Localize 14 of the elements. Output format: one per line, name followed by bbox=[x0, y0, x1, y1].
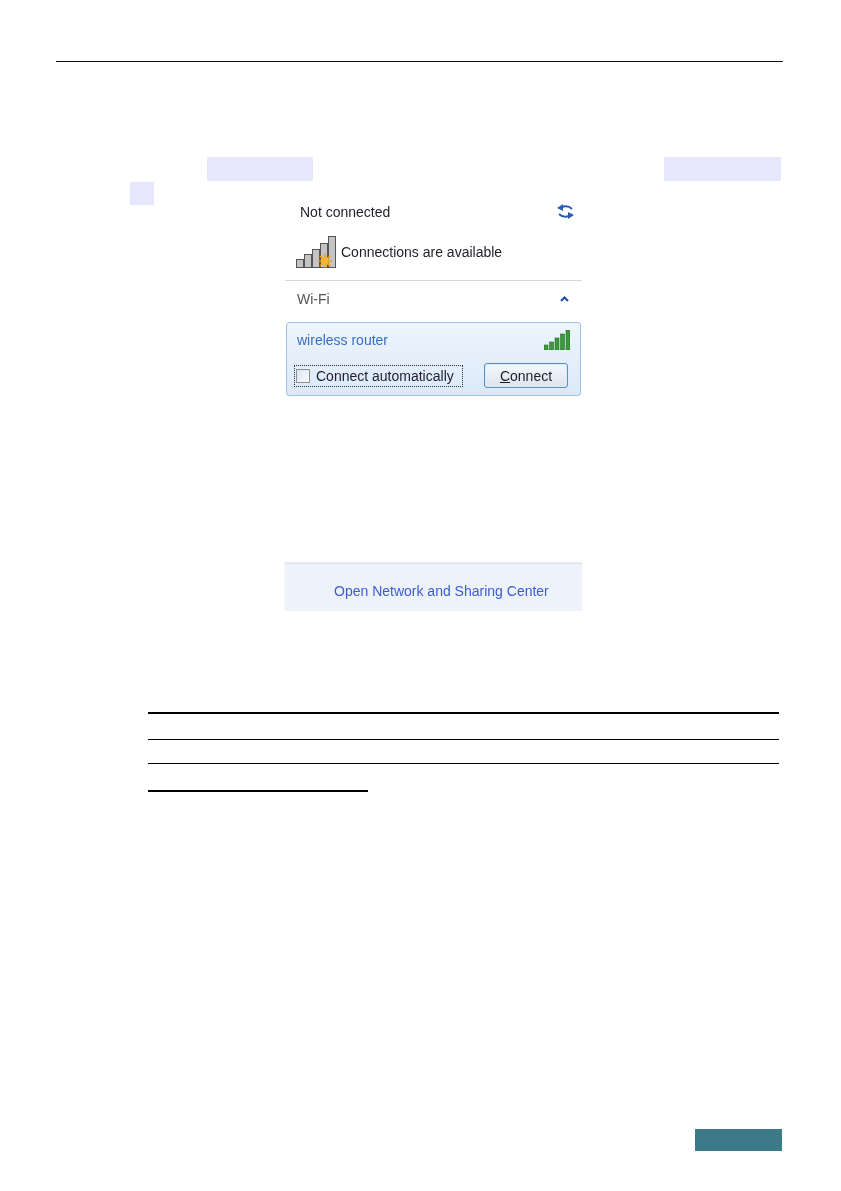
connect-button[interactable]: Connect bbox=[484, 363, 568, 388]
auto-connect-option[interactable]: Connect automatically bbox=[294, 364, 463, 387]
signal-bars-sun-icon bbox=[296, 236, 338, 268]
refresh-icon[interactable] bbox=[556, 203, 575, 220]
caret-icon[interactable] bbox=[560, 296, 569, 302]
checkbox[interactable] bbox=[296, 368, 310, 383]
network-name: wireless router bbox=[297, 332, 389, 348]
status-text: Not connected bbox=[300, 203, 391, 220]
network-card[interactable]: wireless router Connect automatically Connect bbox=[286, 322, 581, 396]
highlight-mark bbox=[130, 182, 154, 205]
availability-text: Connections are available bbox=[341, 244, 503, 260]
section-header[interactable]: Wi-Fi bbox=[297, 290, 570, 308]
network-center-link[interactable]: Open Network and Sharing Center bbox=[334, 582, 549, 599]
signal-bars-icon bbox=[544, 330, 570, 350]
